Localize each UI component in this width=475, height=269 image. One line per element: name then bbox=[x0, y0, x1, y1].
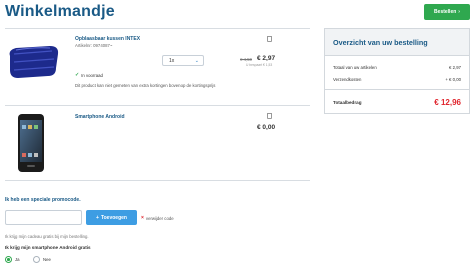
chevron-down-icon: ⌄ bbox=[194, 57, 199, 64]
product-article-number: Artikelnr: 0974087~ bbox=[75, 43, 113, 48]
check-icon: ✓ bbox=[75, 72, 80, 78]
order-summary: Overzicht van uw bestelling Totaal van u… bbox=[324, 28, 470, 114]
add-promo-button[interactable]: + Toevoegen bbox=[86, 210, 137, 225]
summary-divider bbox=[325, 89, 469, 90]
radio-no-label: Nee bbox=[43, 257, 51, 262]
radio-indicator[interactable] bbox=[5, 256, 12, 263]
radio-no[interactable]: Nee bbox=[33, 256, 51, 263]
order-button-label: Bestellen bbox=[434, 9, 457, 15]
radio-yes[interactable]: Ja bbox=[5, 256, 20, 263]
shipping-label: Verzendkosten bbox=[333, 77, 362, 82]
divider bbox=[5, 180, 310, 181]
divider bbox=[5, 105, 310, 106]
old-price: € 4,50 bbox=[240, 57, 252, 62]
add-promo-label: Toevoegen bbox=[100, 214, 127, 221]
gift-question: Ik krijg mijn smartphone Android gratis bbox=[5, 245, 91, 250]
summary-title: Overzicht van uw bestelling bbox=[325, 29, 469, 56]
shipping-value: + € 0,00 bbox=[445, 77, 461, 82]
summary-shipping-row: Verzendkosten + € 0,00 bbox=[333, 77, 461, 82]
divider bbox=[5, 28, 310, 29]
quantity-select[interactable]: 1x ⌄ bbox=[162, 55, 204, 66]
trash-icon[interactable] bbox=[267, 113, 272, 119]
product-image-pillow[interactable] bbox=[6, 42, 62, 82]
summary-total-row: Totaalbedrag € 12,96 bbox=[333, 98, 461, 107]
stock-label: In voorraad bbox=[81, 72, 103, 78]
stock-status: ✓ In voorraad bbox=[75, 72, 103, 78]
total-value: € 12,96 bbox=[434, 98, 461, 107]
plus-icon: + bbox=[96, 214, 99, 221]
promo-code-input[interactable] bbox=[5, 210, 82, 225]
order-button[interactable]: Bestellen › bbox=[424, 4, 470, 20]
subtotal-label: Totaal van uw artikelen bbox=[333, 65, 377, 70]
radio-indicator[interactable] bbox=[33, 256, 40, 263]
product-name[interactable]: Opblaasbaar kussen INTEX bbox=[75, 36, 140, 42]
chevron-right-icon: › bbox=[458, 9, 460, 15]
savings-text: U bespaart € 1,53 bbox=[246, 63, 273, 67]
gift-note: Ik krijg mijn cadeau gratis bij mijn bes… bbox=[5, 234, 89, 239]
product-image-smartphone[interactable] bbox=[16, 113, 46, 173]
remove-code-label: verwijder code bbox=[145, 215, 174, 221]
product-price: € 0,00 bbox=[257, 124, 276, 131]
subtotal-value: € 2,97 bbox=[449, 65, 461, 70]
remove-code-link[interactable]: × verwijder code bbox=[141, 215, 174, 221]
product-price: € 2,97 bbox=[257, 55, 276, 62]
quantity-value: 1x bbox=[169, 57, 175, 64]
close-icon: × bbox=[141, 215, 144, 221]
trash-icon[interactable] bbox=[267, 36, 272, 42]
total-label: Totaalbedrag bbox=[333, 100, 362, 105]
summary-subtotal-row: Totaal van uw artikelen € 2,97 bbox=[333, 65, 461, 70]
radio-yes-label: Ja bbox=[15, 257, 20, 262]
page-title: Winkelmandje bbox=[5, 3, 115, 20]
product-name[interactable]: Smartphone Android bbox=[75, 114, 125, 120]
promo-title: Ik heb een speciale promocode. bbox=[5, 197, 81, 203]
discount-note: Dit product kan niet gemeten van extra k… bbox=[75, 83, 216, 88]
